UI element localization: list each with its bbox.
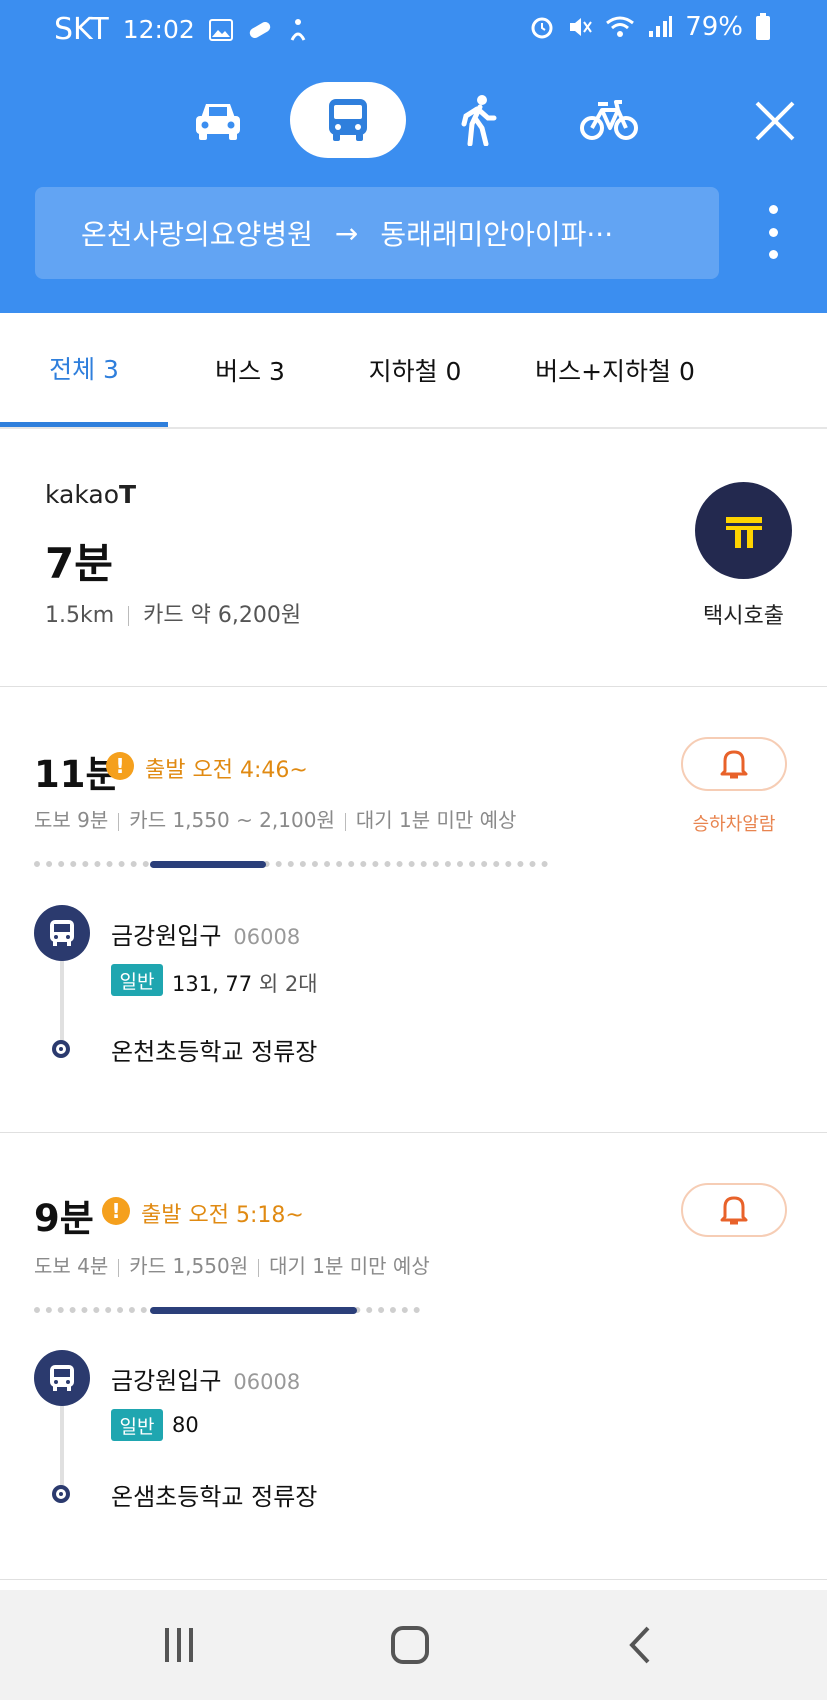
walk-time: 도보 9분 — [34, 808, 109, 832]
taxi-fare: 카드 약 6,200원 — [143, 603, 302, 628]
wait-time: 대기 1분 미만 예상 — [269, 1254, 430, 1278]
route-duration: 9분 — [34, 1197, 94, 1240]
divider — [128, 606, 130, 626]
route-fare: 카드 1,550원 — [129, 1254, 249, 1278]
bike-icon — [580, 100, 638, 140]
alight-stop-dot — [52, 1485, 70, 1503]
more-options-button[interactable] — [758, 205, 788, 259]
divider — [118, 812, 120, 831]
taxi-card[interactable]: kakaoT 7분 1.5km 카드 약 6,200원 택시호출 — [0, 430, 827, 687]
walk-icon — [461, 95, 497, 146]
dot-icon — [768, 205, 778, 214]
warning-icon: ! — [102, 1197, 130, 1225]
transport-mode-selector — [0, 82, 827, 162]
walk-time: 도보 4분 — [34, 1254, 109, 1278]
close-icon — [755, 101, 795, 141]
bus-icon — [50, 1365, 74, 1391]
bus-icon — [50, 920, 74, 946]
route-meta: 도보 9분 카드 1,550 ~ 2,100원 대기 1분 미만 예상 — [34, 804, 516, 833]
home-button[interactable] — [380, 1620, 440, 1670]
dot-icon — [768, 227, 778, 237]
route-card[interactable]: 11분 ! 출발 오전 4:46~ 도보 9분 카드 1,550 ~ 2,100원… — [0, 686, 827, 1133]
battery-icon — [756, 13, 770, 40]
boarding-stop: 금강원입구 06008 — [111, 1367, 301, 1395]
bus-icon — [329, 99, 367, 141]
route-summary[interactable]: 온천사랑의요양병원 → 동래래미안아이파··· — [35, 187, 719, 279]
back-icon — [629, 1626, 650, 1664]
close-button[interactable] — [748, 88, 802, 154]
system-nav-bar — [0, 1590, 827, 1700]
divider — [258, 1258, 260, 1277]
tab-all[interactable]: 전체 3 — [0, 313, 168, 427]
divider — [344, 812, 346, 831]
bus-numbers: 131, 77 외 2대 — [172, 972, 318, 996]
taxi-distance: 1.5km — [45, 603, 115, 628]
route-card[interactable]: 9분 ! 출발 오전 5:18~ 도보 4분 카드 1,550원 대기 1분 미만 … — [0, 1133, 827, 1580]
app-header: SKT 12:02 79% 온천사랑의요양병원 → 동래래미안아이파··· — [0, 0, 827, 313]
signal-icon — [649, 16, 673, 37]
back-button[interactable] — [611, 1620, 671, 1670]
kakao-t-icon — [725, 516, 762, 548]
bike-mode-button[interactable] — [551, 82, 667, 158]
origin-label: 온천사랑의요양병원 — [81, 218, 313, 251]
bus-type-badge: 일반 — [111, 1409, 163, 1441]
route-timeline — [34, 861, 548, 873]
warning-icon: ! — [106, 752, 134, 780]
walk-mode-button[interactable] — [420, 82, 536, 158]
taxi-call-label[interactable]: 택시호출 — [695, 598, 792, 630]
stop-id: 06008 — [233, 1370, 301, 1394]
wait-time: 대기 1분 미만 예상 — [355, 808, 517, 832]
bus-segment-bar — [150, 861, 266, 868]
car-icon — [196, 104, 240, 140]
tab-bus[interactable]: 버스 3 — [190, 313, 310, 427]
status-bar: SKT 12:02 79% — [0, 0, 827, 56]
battery-level: 79% — [685, 12, 743, 42]
home-icon — [391, 1626, 429, 1664]
stop-id: 06008 — [233, 925, 301, 949]
wifi-icon — [606, 16, 635, 37]
pill-icon — [249, 21, 270, 38]
tab-subway[interactable]: 지하철 0 — [345, 313, 485, 427]
alarm-icon — [531, 17, 553, 39]
departure-time: 출발 오전 4:46~ — [145, 758, 308, 783]
tab-bus-subway[interactable]: 버스+지하철 0 — [510, 313, 720, 427]
gallery-icon — [208, 18, 233, 41]
boarding-stop: 금강원입구 06008 — [111, 922, 301, 950]
alarm-label[interactable]: 승하차알람 — [666, 810, 802, 836]
taxi-call-button[interactable] — [695, 482, 792, 579]
route-meta: 도보 4분 카드 1,550원 대기 1분 미만 예상 — [34, 1250, 430, 1279]
taxi-info: 1.5km 카드 약 6,200원 — [45, 597, 301, 629]
bus-type-badge: 일반 — [111, 964, 163, 996]
departure-time: 출발 오전 5:18~ — [141, 1203, 304, 1228]
bell-icon — [720, 1196, 748, 1225]
recent-apps-icon — [165, 1628, 193, 1662]
bus-numbers: 80 — [172, 1413, 199, 1437]
bus-segment-bar — [150, 1307, 357, 1314]
alight-stop: 온샘초등학교 정류장 — [111, 1483, 318, 1511]
divider — [118, 1258, 120, 1277]
kakao-t-logo: kakaoT — [45, 480, 137, 509]
recent-apps-button[interactable] — [149, 1620, 209, 1670]
dot-icon — [768, 250, 778, 259]
alight-stop: 온천초등학교 정류장 — [111, 1038, 318, 1066]
route-arrow: → — [334, 216, 359, 250]
mute-icon — [570, 18, 593, 36]
destination-label: 동래래미안아이파··· — [380, 218, 614, 251]
carrier-label: SKT — [54, 12, 109, 47]
bus-stop-icon — [34, 905, 90, 961]
alight-stop-dot — [52, 1040, 70, 1058]
bus-stop-icon — [34, 1350, 90, 1406]
route-fare: 카드 1,550 ~ 2,100원 — [129, 808, 335, 832]
clock: 12:02 — [122, 15, 195, 44]
alarm-button[interactable] — [681, 1183, 787, 1237]
accessibility-icon — [290, 18, 306, 41]
bell-icon — [720, 750, 748, 779]
alarm-button[interactable] — [681, 737, 787, 791]
bus-mode-button[interactable] — [290, 82, 406, 158]
car-mode-button[interactable] — [160, 82, 276, 158]
taxi-duration: 7분 — [45, 539, 113, 588]
route-filter-tabs: 전체 3 버스 3 지하철 0 버스+지하철 0 — [0, 313, 827, 429]
